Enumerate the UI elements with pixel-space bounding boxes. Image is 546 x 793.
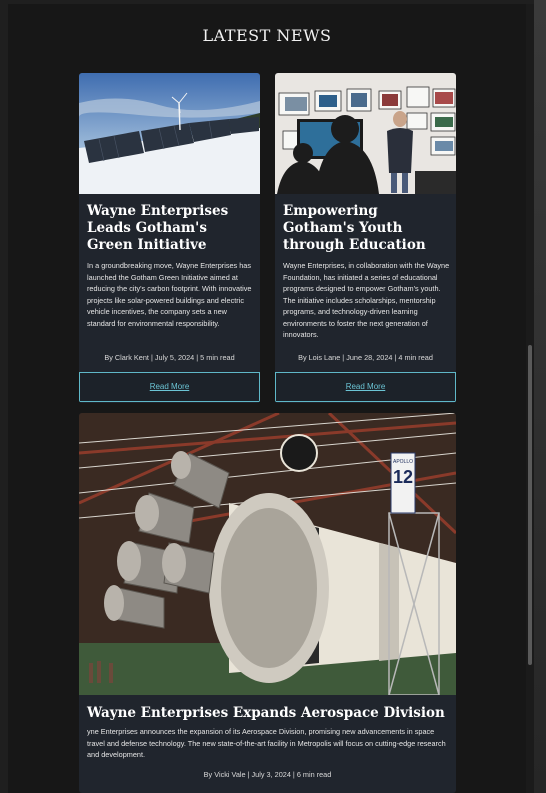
article-body: yne Enterprises announces the expansion … [87, 727, 446, 759]
news-card-youth-education: Empowering Gotham's Youth through Educat… [275, 73, 456, 403]
article-meta: By Vicki Vale | July 3, 2024 | 6 min rea… [203, 770, 332, 779]
article-meta: By Lois Lane | June 28, 2024 | 4 min rea… [298, 353, 433, 362]
scrollbar-thumb[interactable] [528, 345, 532, 665]
article-body: In a groundbreaking move, Wayne Enterpri… [87, 261, 252, 328]
article-image-solar-field [79, 73, 260, 194]
window-edge [534, 0, 546, 793]
read-more-button[interactable]: Read More [79, 372, 260, 402]
news-section: LATEST NEWS Wayne Enterprises Leads Goth… [8, 4, 526, 793]
article-meta: By Clark Kent | July 5, 2024 | 5 min rea… [104, 353, 235, 362]
read-more-button[interactable]: Read More [275, 372, 456, 402]
article-title: Empowering Gotham's Youth through Educat… [283, 203, 426, 253]
rocket-banner-label: APOLLO [393, 459, 413, 465]
rocket-banner-number: 12 [393, 467, 413, 487]
article-image-classroom [275, 73, 456, 194]
article-title: Wayne Enterprises Leads Gotham's Green I… [87, 203, 229, 253]
news-card-green-initiative: Wayne Enterprises Leads Gotham's Green I… [79, 73, 260, 403]
article-title: Wayne Enterprises Expands Aerospace Divi… [87, 705, 445, 721]
article-image-rocket: APOLLO 12 [79, 413, 456, 695]
article-body: Wayne Enterprises, in collaboration with… [283, 261, 450, 339]
section-title: LATEST NEWS [202, 26, 332, 45]
news-card-aerospace: APOLLO 12 Wayne Enterprises Expands Aero… [79, 413, 456, 793]
